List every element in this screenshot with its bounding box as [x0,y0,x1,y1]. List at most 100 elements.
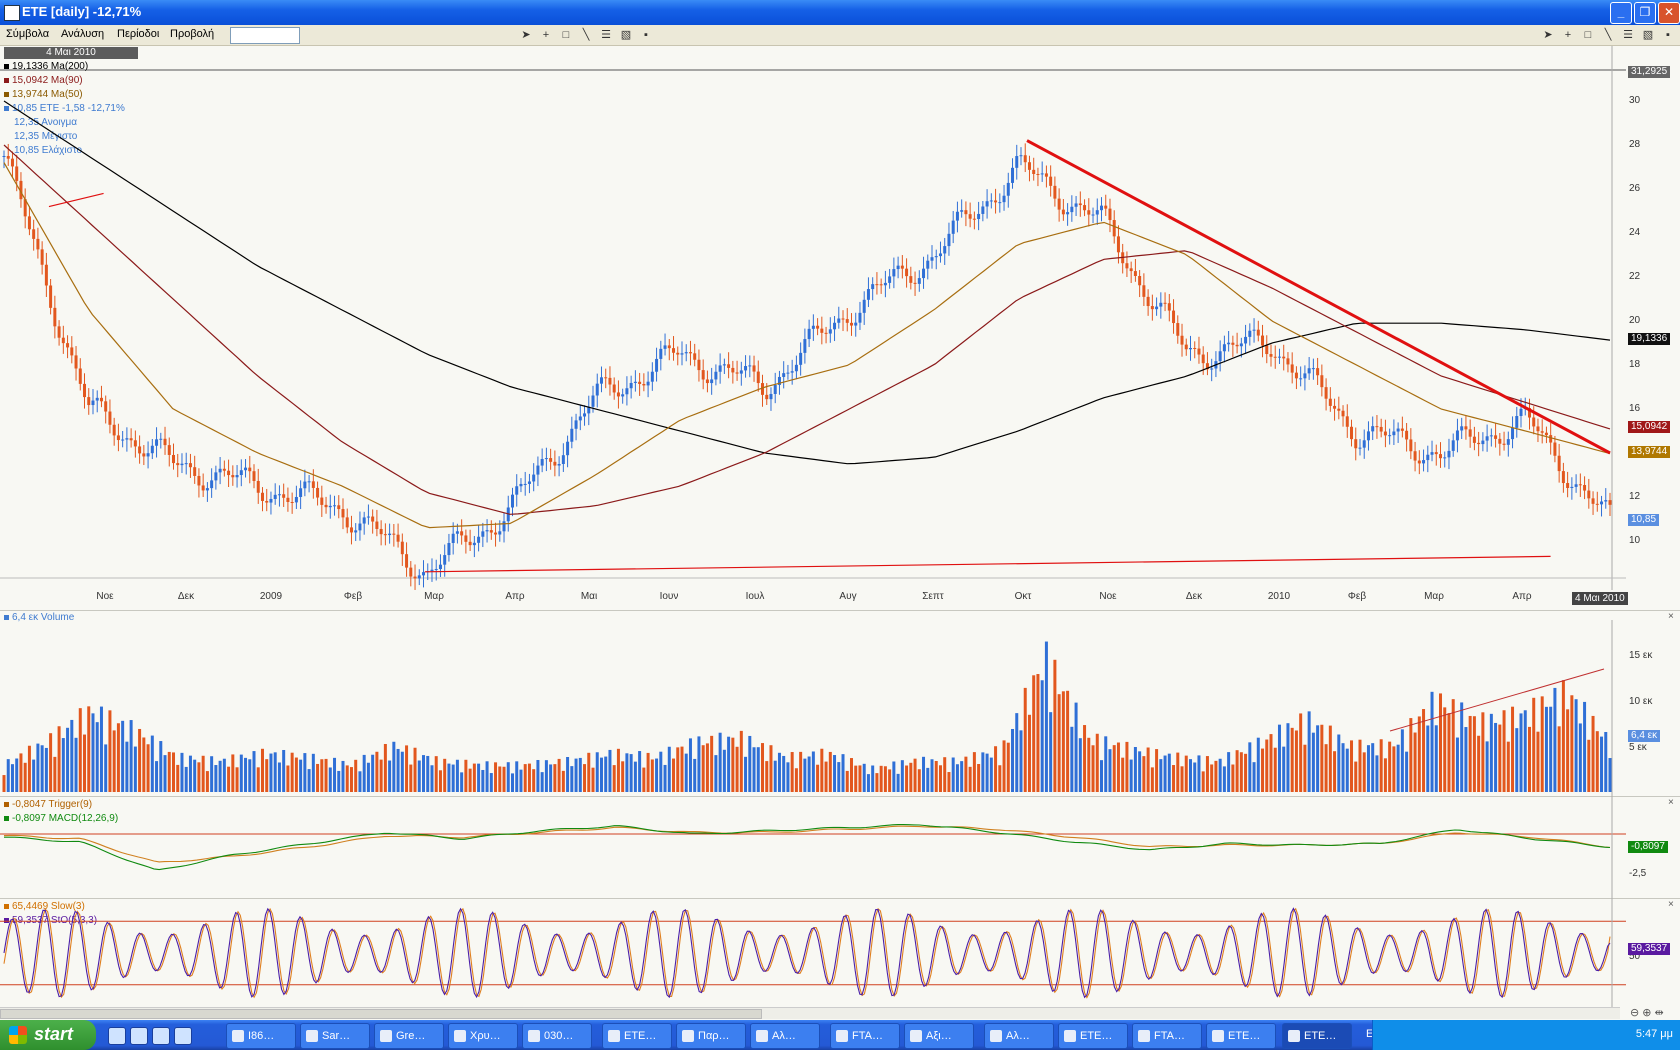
trigger-line [3,825,1611,863]
candle-body [1511,427,1515,440]
window-titlebar[interactable]: ETE [daily] -12,71% _ ❐ ✕ [0,0,1680,25]
x-tick: Μαι [580,591,598,602]
volume-bar [1553,687,1557,792]
volume-bar [1341,743,1345,792]
candle-body [964,210,968,215]
save-tool-icon[interactable]: ▪ [1661,28,1675,42]
candle-body [201,485,205,491]
line-tool-icon[interactable]: ╲ [579,28,593,42]
symbol-input[interactable] [230,27,300,44]
volume-bar [1519,713,1523,792]
volume-bar [540,772,544,792]
taskbar-button[interactable]: Παρ… [676,1023,746,1049]
candle-body [833,322,837,330]
volume-bar [1146,747,1150,792]
volume-bar [866,774,870,792]
taskbar-button[interactable]: ETE… [602,1023,672,1049]
pointer-tool-icon[interactable]: ➤ [1541,28,1555,42]
taskbar-button[interactable]: FTA… [830,1023,900,1049]
candle-body [53,307,57,327]
save-tool-icon[interactable]: ▪ [639,28,653,42]
crosshair-tool-icon[interactable]: + [539,28,553,42]
taskbar-button[interactable]: ETE… [1206,1023,1276,1049]
candle-body [701,370,705,380]
volume-bar [951,757,955,792]
taskbar-button[interactable]: 030… [522,1023,592,1049]
chart-tool-icon[interactable]: ▧ [619,28,633,42]
restore-button[interactable]: ❐ [1634,2,1656,24]
pointer-tool-icon[interactable]: ➤ [519,28,533,42]
list-tool-icon[interactable]: ☰ [599,28,613,42]
candle-body [99,397,103,402]
zoom-controls-icon[interactable]: ⊖ ⊕ ⇹ [1630,1006,1664,1019]
volume-bar [727,736,731,792]
taskbar-button[interactable]: Sar… [300,1023,370,1049]
volume-bar [159,741,163,792]
candle-body [625,388,629,395]
scrollbar-thumb[interactable] [0,1009,762,1019]
candle-body [1070,206,1074,213]
list-tool-icon[interactable]: ☰ [1621,28,1635,42]
taskbar: start I86… Sar… Gre… Χρυ… 030… ETE… Παρ…… [0,1020,1680,1050]
taskbar-button[interactable]: ETE… [1058,1023,1128,1049]
candle-body [451,533,455,544]
taskbar-button[interactable]: Gre… [374,1023,444,1049]
volume-bar [938,765,942,792]
volume-bar [311,753,315,792]
volume-bar [1282,746,1286,792]
quicklaunch-app-icon[interactable] [130,1027,148,1045]
volume-bar [1434,725,1438,792]
volume-bar [502,766,506,792]
minimize-button[interactable]: _ [1610,2,1632,24]
candle-body [180,463,184,466]
candle-body [171,454,175,464]
volume-bar [1600,736,1604,792]
close-button[interactable]: ✕ [1658,2,1680,24]
rectangle-tool-icon[interactable]: □ [1581,28,1595,42]
rectangle-tool-icon[interactable]: □ [559,28,573,42]
taskbar-button-active[interactable]: ETE… [1282,1023,1352,1049]
candle-body [561,455,565,464]
volume-bar [231,754,235,792]
candle-body [1472,436,1476,443]
clock[interactable]: 5:47 μμ [1636,1028,1673,1040]
volume-bar [83,734,87,792]
candle-body [328,505,332,508]
quicklaunch-app-icon[interactable] [152,1027,170,1045]
taskbar-button[interactable]: I86… [226,1023,296,1049]
macd-chart[interactable] [0,796,1680,898]
candle-body [1040,173,1044,175]
candle-body [388,533,392,536]
price-chart[interactable] [0,46,1680,590]
volume-bar [1176,752,1180,792]
volume-bar [95,722,99,792]
line-tool-icon[interactable]: ╲ [1601,28,1615,42]
chart-tool-icon[interactable]: ▧ [1641,28,1655,42]
taskbar-button[interactable]: Αλ… [984,1023,1054,1049]
horizontal-scrollbar[interactable] [0,1007,1620,1019]
menu-periods[interactable]: Περίοδοι [117,28,159,40]
volume-bar [163,755,167,792]
volume-bar [905,765,909,792]
start-button[interactable]: start [0,1020,96,1050]
taskbar-button[interactable]: Αλ… [750,1023,820,1049]
taskbar-button[interactable]: Χρυ… [448,1023,518,1049]
taskbar-button[interactable]: Αξι… [904,1023,974,1049]
menu-symbols[interactable]: Σύμβολα [6,28,49,40]
volume-bar [1443,707,1447,792]
menu-analysis[interactable]: Ανάλυση [61,28,104,40]
volume-bar [1125,741,1129,792]
menu-view[interactable]: Προβολή [170,28,214,40]
taskbar-button[interactable]: FTA… [1132,1023,1202,1049]
ma-line-Ma200 [3,100,1611,465]
quicklaunch-desktop-icon[interactable] [174,1027,192,1045]
quicklaunch-ie-icon[interactable] [108,1027,126,1045]
candle-body [227,470,231,476]
crosshair-tool-icon[interactable]: + [1561,28,1575,42]
candle-body [1256,329,1260,336]
candle-body [1400,428,1404,431]
price-tag-ma200: 19,1336 [1628,333,1671,345]
volume-chart[interactable] [0,620,1680,796]
stochastic-chart[interactable] [0,898,1680,1008]
volume-bar [1460,702,1464,792]
